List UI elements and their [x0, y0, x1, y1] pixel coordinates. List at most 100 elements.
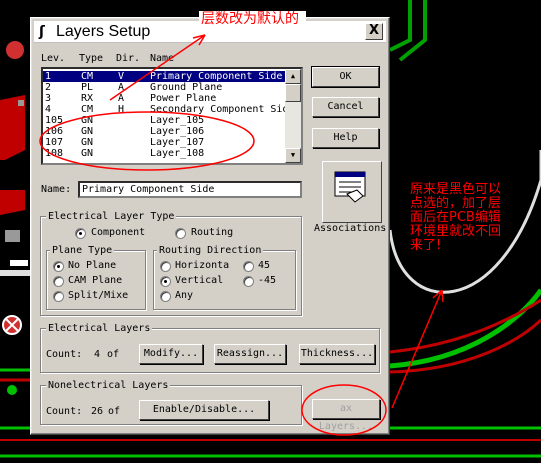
electrical-count-label: Count:	[46, 349, 83, 360]
layer-dir: V	[118, 71, 125, 82]
routing-radio[interactable]	[175, 228, 186, 239]
horizontal-radio[interactable]	[160, 261, 171, 272]
layer-dir: A	[118, 82, 125, 93]
column-header-name[interactable]: Name	[150, 53, 174, 64]
name-field[interactable]: Primary Component Side	[78, 181, 302, 198]
layer-lev: 107	[45, 137, 64, 148]
layer-row[interactable]: 105 GN Layer_105	[43, 115, 287, 126]
layer-name: Layer_105	[150, 115, 205, 126]
annotation-top: 层数改为默认的	[199, 11, 306, 28]
horizontal-label[interactable]: Horizonta	[175, 260, 229, 272]
enable-disable-button[interactable]: Enable/Disable...	[139, 400, 269, 420]
ok-button[interactable]: OK	[311, 66, 380, 88]
routing-direction-group: Routing Direction Horizonta 45 Vertical …	[153, 245, 296, 310]
vertical-radio[interactable]	[160, 276, 171, 287]
layer-name: Power Plane	[150, 93, 217, 104]
layer-row[interactable]: 107 GN Layer_107	[43, 137, 287, 148]
layers-list[interactable]: 1 CM V Primary Component Side 2 PL A Ground Pla…	[41, 67, 303, 165]
layer-row[interactable]: 108 GN Layer_108	[43, 148, 287, 159]
cam-plane-label[interactable]: CAM Plane	[68, 275, 122, 287]
layer-row[interactable]: 106 GN Layer_106	[43, 126, 287, 137]
layer-lev: 4	[45, 104, 52, 115]
component-label[interactable]: Component	[91, 227, 145, 239]
vertical-label[interactable]: Vertical	[175, 275, 223, 287]
layer-lev: 2	[45, 82, 52, 93]
cancel-button[interactable]: Cancel	[312, 97, 379, 117]
electrical-layer-type-group: Electrical Layer Type Component Routing …	[40, 211, 302, 316]
dir-minus45-radio[interactable]	[243, 276, 254, 287]
split-mixed-radio[interactable]	[53, 291, 64, 302]
cam-plane-radio[interactable]	[53, 276, 64, 287]
layer-lev: 106	[45, 126, 64, 137]
layer-lev: 3	[45, 93, 52, 104]
electrical-count-value: 4	[94, 349, 101, 360]
layer-lev: 108	[45, 148, 64, 159]
layer-type: GN	[81, 148, 94, 159]
component-radio[interactable]	[75, 228, 86, 239]
column-header-dir[interactable]: Dir.	[116, 53, 140, 64]
layer-type: GN	[81, 137, 94, 148]
layer-name: Ground Plane	[150, 82, 223, 93]
electrical-layers-title: Electrical Layers	[46, 323, 153, 334]
dir-45-label[interactable]: 45	[258, 260, 270, 272]
layer-type: GN	[81, 115, 94, 126]
name-label: Name:	[41, 184, 72, 195]
layer-name: Primary Component Side	[150, 71, 283, 82]
layer-name: Secondary Component Side	[150, 104, 295, 115]
column-header-type[interactable]: Type	[79, 53, 103, 64]
plane-type-group: Plane Type No Plane CAM Plane Split/Mixe	[46, 245, 146, 310]
app-icon: ʃ	[39, 24, 45, 40]
layer-name: Layer_108	[150, 148, 205, 159]
electrical-count-of: of	[107, 349, 120, 360]
no-plane-label[interactable]: No Plane	[68, 260, 116, 272]
thickness-button[interactable]: Thickness...	[299, 344, 375, 364]
layer-dir: H	[118, 104, 125, 115]
layer-lev: 1	[45, 71, 52, 82]
nonelectrical-layers-title: Nonelectrical Layers	[46, 380, 171, 391]
layer-type: GN	[81, 126, 94, 137]
dir-minus45-label[interactable]: -45	[258, 275, 276, 287]
close-button[interactable]: X	[365, 23, 383, 40]
scroll-up-icon[interactable]: ▲	[285, 69, 301, 84]
any-label[interactable]: Any	[175, 290, 193, 302]
layer-type: CM	[81, 71, 94, 82]
nonelectrical-layers-group: Nonelectrical Layers Count: 26 of Enable…	[40, 380, 302, 425]
dialog-title: Layers Setup	[56, 23, 151, 40]
electrical-layers-group: Electrical Layers Count: 4 of Modify... …	[40, 323, 380, 373]
plane-type-title: Plane Type	[50, 245, 115, 256]
split-mixed-label[interactable]: Split/Mixe	[68, 290, 128, 302]
routing-label[interactable]: Routing	[191, 227, 233, 239]
annotation-right: 原来是黑色可以点选的，加了层面后在PCB编辑环境里就改不回来了!	[410, 182, 502, 253]
no-plane-radio[interactable]	[53, 261, 64, 272]
layer-name: Layer_106	[150, 126, 205, 137]
nonelectrical-count-label: Count:	[46, 406, 83, 417]
layer-type: RX	[81, 93, 94, 104]
help-button[interactable]: Help	[312, 128, 379, 148]
layer-lev: 105	[45, 115, 64, 126]
any-radio[interactable]	[160, 291, 171, 302]
dir-45-radio[interactable]	[243, 261, 254, 272]
nonelectrical-count-value: 26	[91, 406, 104, 417]
reassign-button[interactable]: Reassign...	[214, 344, 286, 364]
layer-row[interactable]: 3 RX A Power Plane	[43, 93, 287, 104]
scroll-down-icon[interactable]: ▼	[285, 148, 301, 163]
associations-icon	[334, 171, 366, 203]
list-scrollbar[interactable]: ▲ ▼	[285, 69, 301, 163]
layer-type: CM	[81, 104, 94, 115]
scroll-thumb[interactable]	[285, 84, 301, 102]
max-layers-button[interactable]: ax Layers...	[312, 399, 380, 432]
layer-row[interactable]: 1 CM V Primary Component Side	[43, 71, 287, 82]
layers-setup-dialog: ʃ Layers Setup X Lev. Type Dir. Name 1 CM…	[30, 17, 390, 435]
layer-dir: A	[118, 93, 125, 104]
nonelectrical-count-of: of	[108, 406, 121, 417]
associations-button[interactable]	[322, 161, 382, 223]
layer-row[interactable]: 2 PL A Ground Plane	[43, 82, 287, 93]
column-header-lev[interactable]: Lev.	[41, 53, 65, 64]
associations-label: Associations	[314, 223, 387, 234]
layer-type: PL	[81, 82, 94, 93]
layer-name: Layer_107	[150, 137, 205, 148]
electrical-layer-type-title: Electrical Layer Type	[46, 211, 177, 222]
layer-row[interactable]: 4 CM H Secondary Component Side	[43, 104, 295, 115]
routing-direction-title: Routing Direction	[157, 245, 264, 256]
modify-button[interactable]: Modify...	[139, 344, 203, 364]
